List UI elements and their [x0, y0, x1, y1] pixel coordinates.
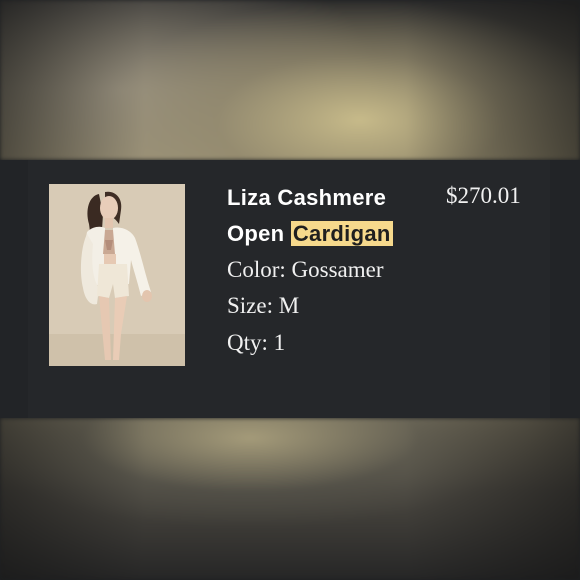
blurred-background-top [0, 0, 580, 160]
blurred-background-bottom [0, 418, 580, 580]
product-title-highlight: Cardigan [290, 221, 393, 246]
product-title[interactable]: Liza Cashmere Open Cardigan [227, 180, 427, 252]
product-image[interactable] [49, 184, 185, 366]
product-color: Color: Gossamer [227, 257, 384, 282]
model-figure-illustration [49, 184, 185, 366]
product-price: $270.01 [446, 183, 521, 208]
product-quantity: Qty: 1 [227, 330, 286, 355]
product-size: Size: M [227, 293, 300, 318]
